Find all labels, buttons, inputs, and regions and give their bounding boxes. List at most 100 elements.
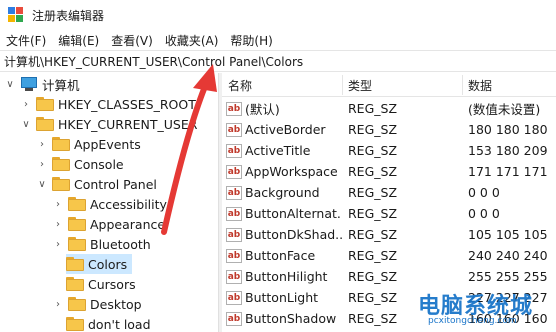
folder-icon (66, 257, 84, 271)
menu-bar: 文件(F) 编辑(E) 查看(V) 收藏夹(A) 帮助(H) (0, 30, 556, 50)
chevron-right-icon[interactable]: › (52, 298, 64, 310)
tree-item-label: Accessibility (90, 196, 167, 212)
string-value-icon: ab (226, 101, 242, 116)
value-data: 153 180 209 (468, 143, 548, 158)
value-data: 105 105 105 (468, 227, 548, 242)
column-header-name[interactable]: 名称 (222, 73, 342, 97)
list-item[interactable]: ab ButtonDkShad... REG_SZ 105 105 105 (222, 224, 556, 245)
folder-icon (52, 157, 70, 171)
value-type: REG_SZ (348, 164, 398, 179)
watermark-url: pcxitongcheng.com (428, 316, 517, 326)
tree-item-console[interactable]: › Console (36, 154, 124, 174)
folder-icon (66, 277, 84, 291)
tree-item-appevents[interactable]: › AppEvents (36, 134, 141, 154)
tree-item-control-panel[interactable]: ∨ Control Panel (36, 174, 157, 194)
chevron-right-icon[interactable]: › (36, 138, 48, 150)
menu-help[interactable]: 帮助(H) (224, 32, 278, 49)
chevron-down-icon[interactable]: ∨ (36, 178, 48, 190)
string-value-icon: ab (226, 185, 242, 200)
string-value-icon: ab (226, 227, 242, 242)
chevron-down-icon[interactable]: ∨ (4, 78, 16, 90)
tree-item-hkcr[interactable]: › HKEY_CLASSES_ROOT (20, 94, 196, 114)
column-header-type[interactable]: 类型 (342, 73, 462, 97)
value-name: ButtonAlternat... (245, 206, 342, 221)
tree-item-appearance[interactable]: › Appearance (52, 214, 165, 234)
value-type: REG_SZ (348, 185, 398, 200)
string-value-icon: ab (226, 206, 242, 221)
tree-item-colors[interactable]: Colors (66, 254, 132, 274)
string-value-icon: ab (226, 290, 242, 305)
menu-view[interactable]: 查看(V) (105, 32, 159, 49)
string-value-icon: ab (226, 164, 242, 179)
folder-icon (52, 137, 70, 151)
chevron-right-icon[interactable]: › (52, 238, 64, 250)
tree-item-label: HKEY_CLASSES_ROOT (58, 96, 196, 112)
value-data: 180 180 180 (468, 122, 548, 137)
chevron-right-icon[interactable]: › (52, 198, 64, 210)
value-type: REG_SZ (348, 227, 398, 242)
value-data: 0 0 0 (468, 206, 500, 221)
value-name: ButtonFace (245, 248, 316, 263)
column-header-data[interactable]: 数据 (462, 73, 556, 97)
list-item[interactable]: ab ButtonAlternat... REG_SZ 0 0 0 (222, 203, 556, 224)
string-value-icon: ab (226, 143, 242, 158)
string-value-icon: ab (226, 122, 242, 137)
list-item[interactable]: ab ButtonHilight REG_SZ 255 255 255 (222, 266, 556, 287)
folder-icon (68, 297, 86, 311)
list-item[interactable]: ab ActiveBorder REG_SZ 180 180 180 (222, 119, 556, 140)
string-value-icon: ab (226, 311, 242, 326)
address-path[interactable]: 计算机\HKEY_CURRENT_USER\Control Panel\Colo… (4, 53, 303, 70)
tree-item-label: Control Panel (74, 176, 157, 192)
tree-item-label: Desktop (90, 296, 142, 312)
tree-item-label: Appearance (90, 216, 166, 232)
value-name: ActiveTitle (245, 143, 311, 158)
chevron-down-icon[interactable]: ∨ (20, 118, 32, 130)
menu-favorites[interactable]: 收藏夹(A) (159, 32, 225, 49)
key-tree-pane[interactable]: ∨ 计算机 › HKEY_CLASSES_ROOT ∨ HKEY_CURRENT… (0, 73, 218, 332)
value-data: 171 171 171 (468, 164, 548, 179)
tree-item-desktop[interactable]: › Desktop (52, 294, 142, 314)
value-data: (数值未设置) (468, 102, 541, 117)
tree-item-dont-load[interactable]: don't load (66, 314, 151, 332)
title-bar: 注册表编辑器 (0, 0, 556, 30)
tree-item-label: HKEY_CURRENT_USER (58, 116, 198, 132)
regedit-app-icon (8, 7, 24, 23)
folder-icon (66, 317, 84, 331)
chevron-right-icon[interactable]: › (36, 158, 48, 170)
list-item[interactable]: ab ActiveTitle REG_SZ 153 180 209 (222, 140, 556, 161)
value-name: ButtonHilight (245, 269, 328, 284)
list-item[interactable]: ab Background REG_SZ 0 0 0 (222, 182, 556, 203)
chevron-right-icon[interactable]: › (20, 98, 32, 110)
folder-icon (36, 97, 54, 111)
value-type: REG_SZ (348, 206, 398, 221)
list-item[interactable]: ab ButtonFace REG_SZ 240 240 240 (222, 245, 556, 266)
tree-item-hkcu[interactable]: ∨ HKEY_CURRENT_USER (20, 114, 197, 134)
string-value-icon: ab (226, 269, 242, 284)
tree-item-label: Bluetooth (90, 236, 151, 252)
value-name: ButtonDkShad... (245, 227, 342, 242)
tree-item-label: Cursors (88, 276, 136, 292)
value-type: REG_SZ (348, 248, 398, 263)
list-item[interactable]: ab (默认) REG_SZ (数值未设置) (222, 98, 556, 119)
folder-icon (68, 237, 86, 251)
folder-icon (68, 197, 86, 211)
menu-edit[interactable]: 编辑(E) (52, 32, 105, 49)
value-type: REG_SZ (348, 122, 398, 137)
tree-item-bluetooth[interactable]: › Bluetooth (52, 234, 151, 254)
tree-item-cursors[interactable]: Cursors (66, 274, 136, 294)
folder-icon (68, 217, 86, 231)
value-name: (默认) (245, 102, 280, 117)
value-name: ButtonShadow (245, 311, 337, 326)
tree-item-accessibility[interactable]: › Accessibility (52, 194, 167, 214)
chevron-right-icon[interactable]: › (52, 218, 64, 230)
list-item[interactable]: ab AppWorkspace REG_SZ 171 171 171 (222, 161, 556, 182)
menu-file[interactable]: 文件(F) (0, 32, 52, 49)
value-data: 240 240 240 (468, 248, 548, 263)
value-type: REG_SZ (348, 143, 398, 158)
tree-item-label: Console (74, 156, 124, 172)
value-type: REG_SZ (348, 269, 398, 284)
tree-item-label: AppEvents (74, 136, 141, 152)
tree-item-computer[interactable]: ∨ 计算机 (4, 74, 80, 94)
address-bar[interactable]: 计算机\HKEY_CURRENT_USER\Control Panel\Colo… (0, 50, 556, 72)
tree-item-label: Colors (88, 256, 128, 272)
